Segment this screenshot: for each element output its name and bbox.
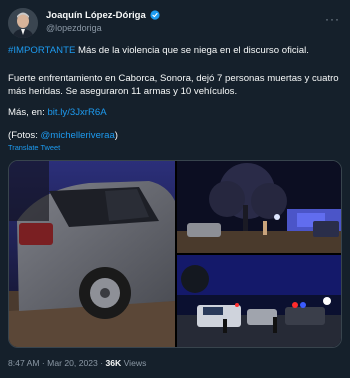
verified-badge-icon — [150, 10, 160, 20]
tweet: Joaquín López-Dóriga @lopezdoriga ··· #I… — [0, 0, 350, 378]
tweet-header: Joaquín López-Dóriga @lopezdoriga ··· — [6, 6, 344, 40]
hashtag-link[interactable]: #IMPORTANTE — [8, 45, 75, 56]
mention-link[interactable]: @michelleriveraa — [41, 130, 115, 141]
views-label: Views — [121, 358, 147, 368]
photo-night-scene-tree[interactable] — [177, 161, 341, 253]
tweet-photos-credit: (Fotos: @michelleriveraa) — [8, 129, 342, 142]
tweet-paragraph-2: Fuerte enfrentamiento en Caborca, Sonora… — [8, 73, 339, 97]
translate-tweet-link[interactable]: Translate Tweet — [8, 143, 60, 152]
photo-police-vehicles[interactable] — [177, 255, 341, 347]
avatar[interactable] — [8, 8, 38, 38]
photos-suffix: ) — [114, 130, 118, 141]
tweet-meta: 8:47 AM · Mar 20, 2023 · 36K Views — [8, 358, 146, 368]
views-count: 36K — [105, 358, 122, 368]
avatar-image — [8, 8, 38, 38]
display-name[interactable]: Joaquín López-Dóriga — [46, 10, 160, 21]
tweet-more-line: Más, en: bit.ly/3JxrR6A — [8, 106, 342, 119]
line1-text: Más de la violencia que se niega en el d… — [75, 45, 309, 56]
more-options-button[interactable]: ··· — [325, 12, 340, 26]
bitly-link[interactable]: bit.ly/3JxrR6A — [47, 107, 106, 118]
tweet-line-1: #IMPORTANTE Más de la violencia que se n… — [8, 44, 342, 57]
photo-damaged-car[interactable] — [9, 161, 175, 347]
media-grid — [8, 160, 342, 348]
tweet-time[interactable]: 8:47 AM — [8, 358, 40, 368]
handle[interactable]: @lopezdoriga — [46, 23, 102, 33]
more-prefix: Más, en: — [8, 107, 48, 118]
tweet-date[interactable]: Mar 20, 2023 — [47, 358, 98, 368]
display-name-text: Joaquín López-Dóriga — [46, 10, 146, 21]
photos-prefix: (Fotos: — [8, 130, 41, 141]
